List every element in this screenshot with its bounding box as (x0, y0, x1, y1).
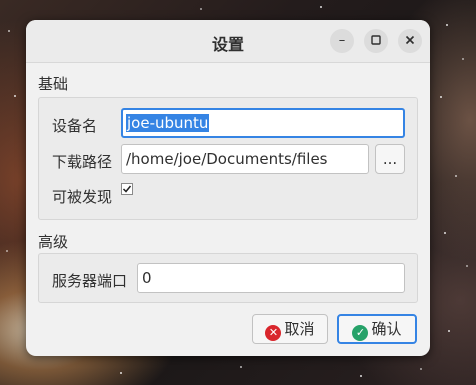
download-path-value: /home/joe/Documents/files (126, 150, 328, 168)
download-path-input[interactable]: /home/joe/Documents/files (121, 144, 369, 174)
server-port-input[interactable]: 0 (137, 263, 405, 293)
checkmark-icon (122, 184, 132, 197)
browse-button[interactable]: ... (375, 144, 405, 174)
minimize-button[interactable]: – (330, 29, 354, 53)
title-bar[interactable]: 设置 – (26, 20, 430, 63)
server-port-label: 服务器端口 (52, 272, 128, 290)
maximize-icon (371, 33, 381, 48)
check-icon: ✓ (352, 325, 369, 341)
maximize-button[interactable] (364, 29, 388, 53)
cancel-button[interactable]: ✕ 取消 (252, 314, 328, 344)
ok-button[interactable]: ✓ 确认 (337, 314, 417, 344)
close-button[interactable] (398, 29, 422, 53)
discoverable-label: 可被发现 (52, 188, 113, 206)
cancel-label: 取消 (284, 320, 315, 338)
settings-dialog: 设置 – 基础 设备名 joe-ubuntu 下载路径 /home/joe/Do… (26, 20, 430, 356)
minimize-icon: – (338, 33, 346, 48)
device-name-label: 设备名 (52, 117, 98, 135)
download-path-label: 下载路径 (52, 153, 113, 171)
close-icon (405, 33, 415, 48)
basic-section-title: 基础 (38, 75, 69, 93)
device-name-input[interactable]: joe-ubuntu (121, 108, 405, 138)
basic-group: 设备名 joe-ubuntu 下载路径 /home/joe/Documents/… (38, 97, 418, 220)
ok-label: 确认 (371, 320, 402, 338)
advanced-section-title: 高级 (38, 233, 69, 251)
cancel-icon: ✕ (265, 325, 282, 341)
advanced-group: 服务器端口 0 (38, 253, 418, 303)
discoverable-checkbox[interactable] (121, 183, 133, 195)
server-port-value: 0 (142, 269, 152, 287)
device-name-value: joe-ubuntu (126, 114, 210, 132)
